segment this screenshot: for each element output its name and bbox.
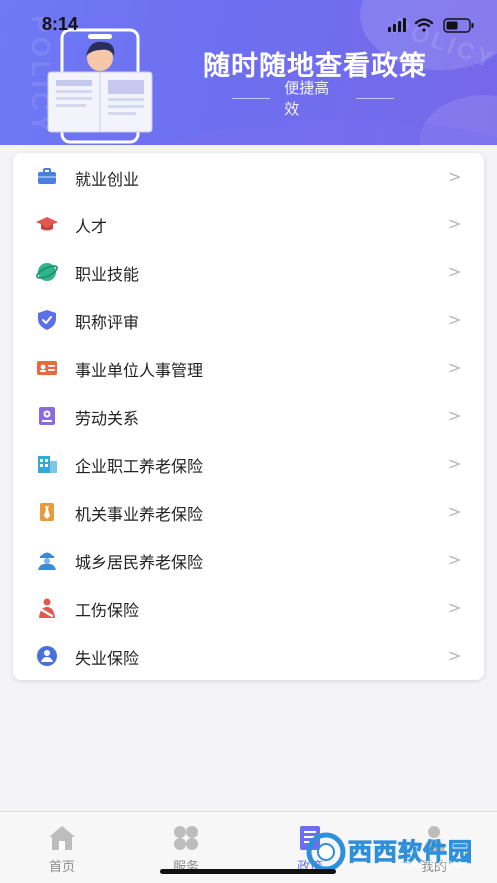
- divider: [355, 97, 394, 99]
- list-item-institution-personnel[interactable]: 事业单位人事管理 >: [13, 344, 484, 392]
- list-item-talent[interactable]: 人才 >: [13, 200, 484, 248]
- status-icons: [388, 18, 474, 33]
- battery-icon: [443, 18, 474, 33]
- watermark-logo-icon: [306, 832, 346, 872]
- status-time: 8:14: [42, 14, 79, 34]
- grid-icon: [174, 826, 198, 850]
- list-item-resident-pension[interactable]: 城乡居民养老保险 >: [13, 536, 484, 584]
- banner-subtitle-text: 便捷高效: [284, 79, 330, 118]
- worker-icon: [38, 552, 56, 570]
- tie-icon: [40, 503, 54, 521]
- list-item-label: 劳动关系: [75, 409, 140, 428]
- list-item-government-pension[interactable]: 机关事业养老保险 >: [13, 488, 484, 536]
- site-watermark: 西西软件园 CR173.COM: [300, 828, 480, 874]
- list-item-label: 职称评审: [75, 313, 140, 332]
- chevron-right-icon: >: [448, 646, 462, 665]
- list-item-label: 工伤保险: [75, 601, 140, 620]
- tab-label: 首页: [48, 860, 75, 875]
- signal-icon: [388, 18, 406, 32]
- shield-check-icon: [38, 310, 56, 330]
- list-item-label: 机关事业养老保险: [75, 505, 204, 524]
- id-card-icon: [37, 361, 57, 375]
- list-item-label: 失业保险: [75, 649, 140, 668]
- list-item-injury-insurance[interactable]: 工伤保险 >: [13, 584, 484, 632]
- globe-leaf-icon: [36, 263, 58, 281]
- home-indicator: [160, 869, 336, 874]
- list-item-label: 事业单位人事管理: [75, 361, 204, 380]
- policy-category-list: 就业创业 > 人才 > 职业技能 > 职称评审 > 事业单位人事管理 > 劳动关…: [13, 153, 484, 680]
- watermark-url: CR173.COM: [404, 860, 462, 871]
- list-item-vocational-skills[interactable]: 职业技能 >: [13, 248, 484, 296]
- badge-icon: [39, 407, 55, 425]
- list-item-unemployment-insurance[interactable]: 失业保险 >: [13, 632, 484, 680]
- chevron-right-icon: >: [448, 406, 462, 425]
- chevron-right-icon: >: [448, 310, 462, 329]
- list-item-employment[interactable]: 就业创业 >: [13, 153, 484, 201]
- person-circle-icon: [37, 646, 57, 666]
- list-item-labor-relations[interactable]: 劳动关系 >: [13, 392, 484, 440]
- home-icon: [49, 826, 75, 850]
- list-item-label: 企业职工养老保险: [75, 457, 204, 476]
- reader-illustration-icon: [47, 28, 153, 144]
- chevron-right-icon: >: [448, 262, 462, 281]
- list-item-label: 就业创业: [75, 170, 140, 189]
- injury-icon: [39, 598, 55, 618]
- header-banner: POLICY POLICY 8:14 随时随地查看政策 便捷高效: [0, 0, 497, 145]
- chevron-right-icon: >: [448, 358, 462, 377]
- list-item-label: 城乡居民养老保险: [75, 553, 204, 572]
- chevron-right-icon: >: [448, 454, 462, 473]
- list-item-label: 人才: [75, 217, 108, 236]
- building-icon: [38, 456, 57, 473]
- chevron-right-icon: >: [448, 214, 462, 233]
- briefcase-icon: [38, 168, 56, 184]
- chevron-right-icon: >: [448, 502, 462, 521]
- graduation-cap-icon: [36, 217, 58, 231]
- chevron-right-icon: >: [448, 167, 462, 186]
- chevron-right-icon: >: [448, 598, 462, 617]
- list-item-title-review[interactable]: 职称评审 >: [13, 296, 484, 344]
- list-item-enterprise-pension[interactable]: 企业职工养老保险 >: [13, 440, 484, 488]
- wifi-icon: [414, 18, 434, 32]
- divider: [232, 97, 271, 99]
- banner-subtitle: 便捷高效: [218, 79, 408, 118]
- chevron-right-icon: >: [448, 550, 462, 569]
- tab-home[interactable]: 首页: [0, 812, 124, 883]
- list-item-label: 职业技能: [75, 265, 140, 284]
